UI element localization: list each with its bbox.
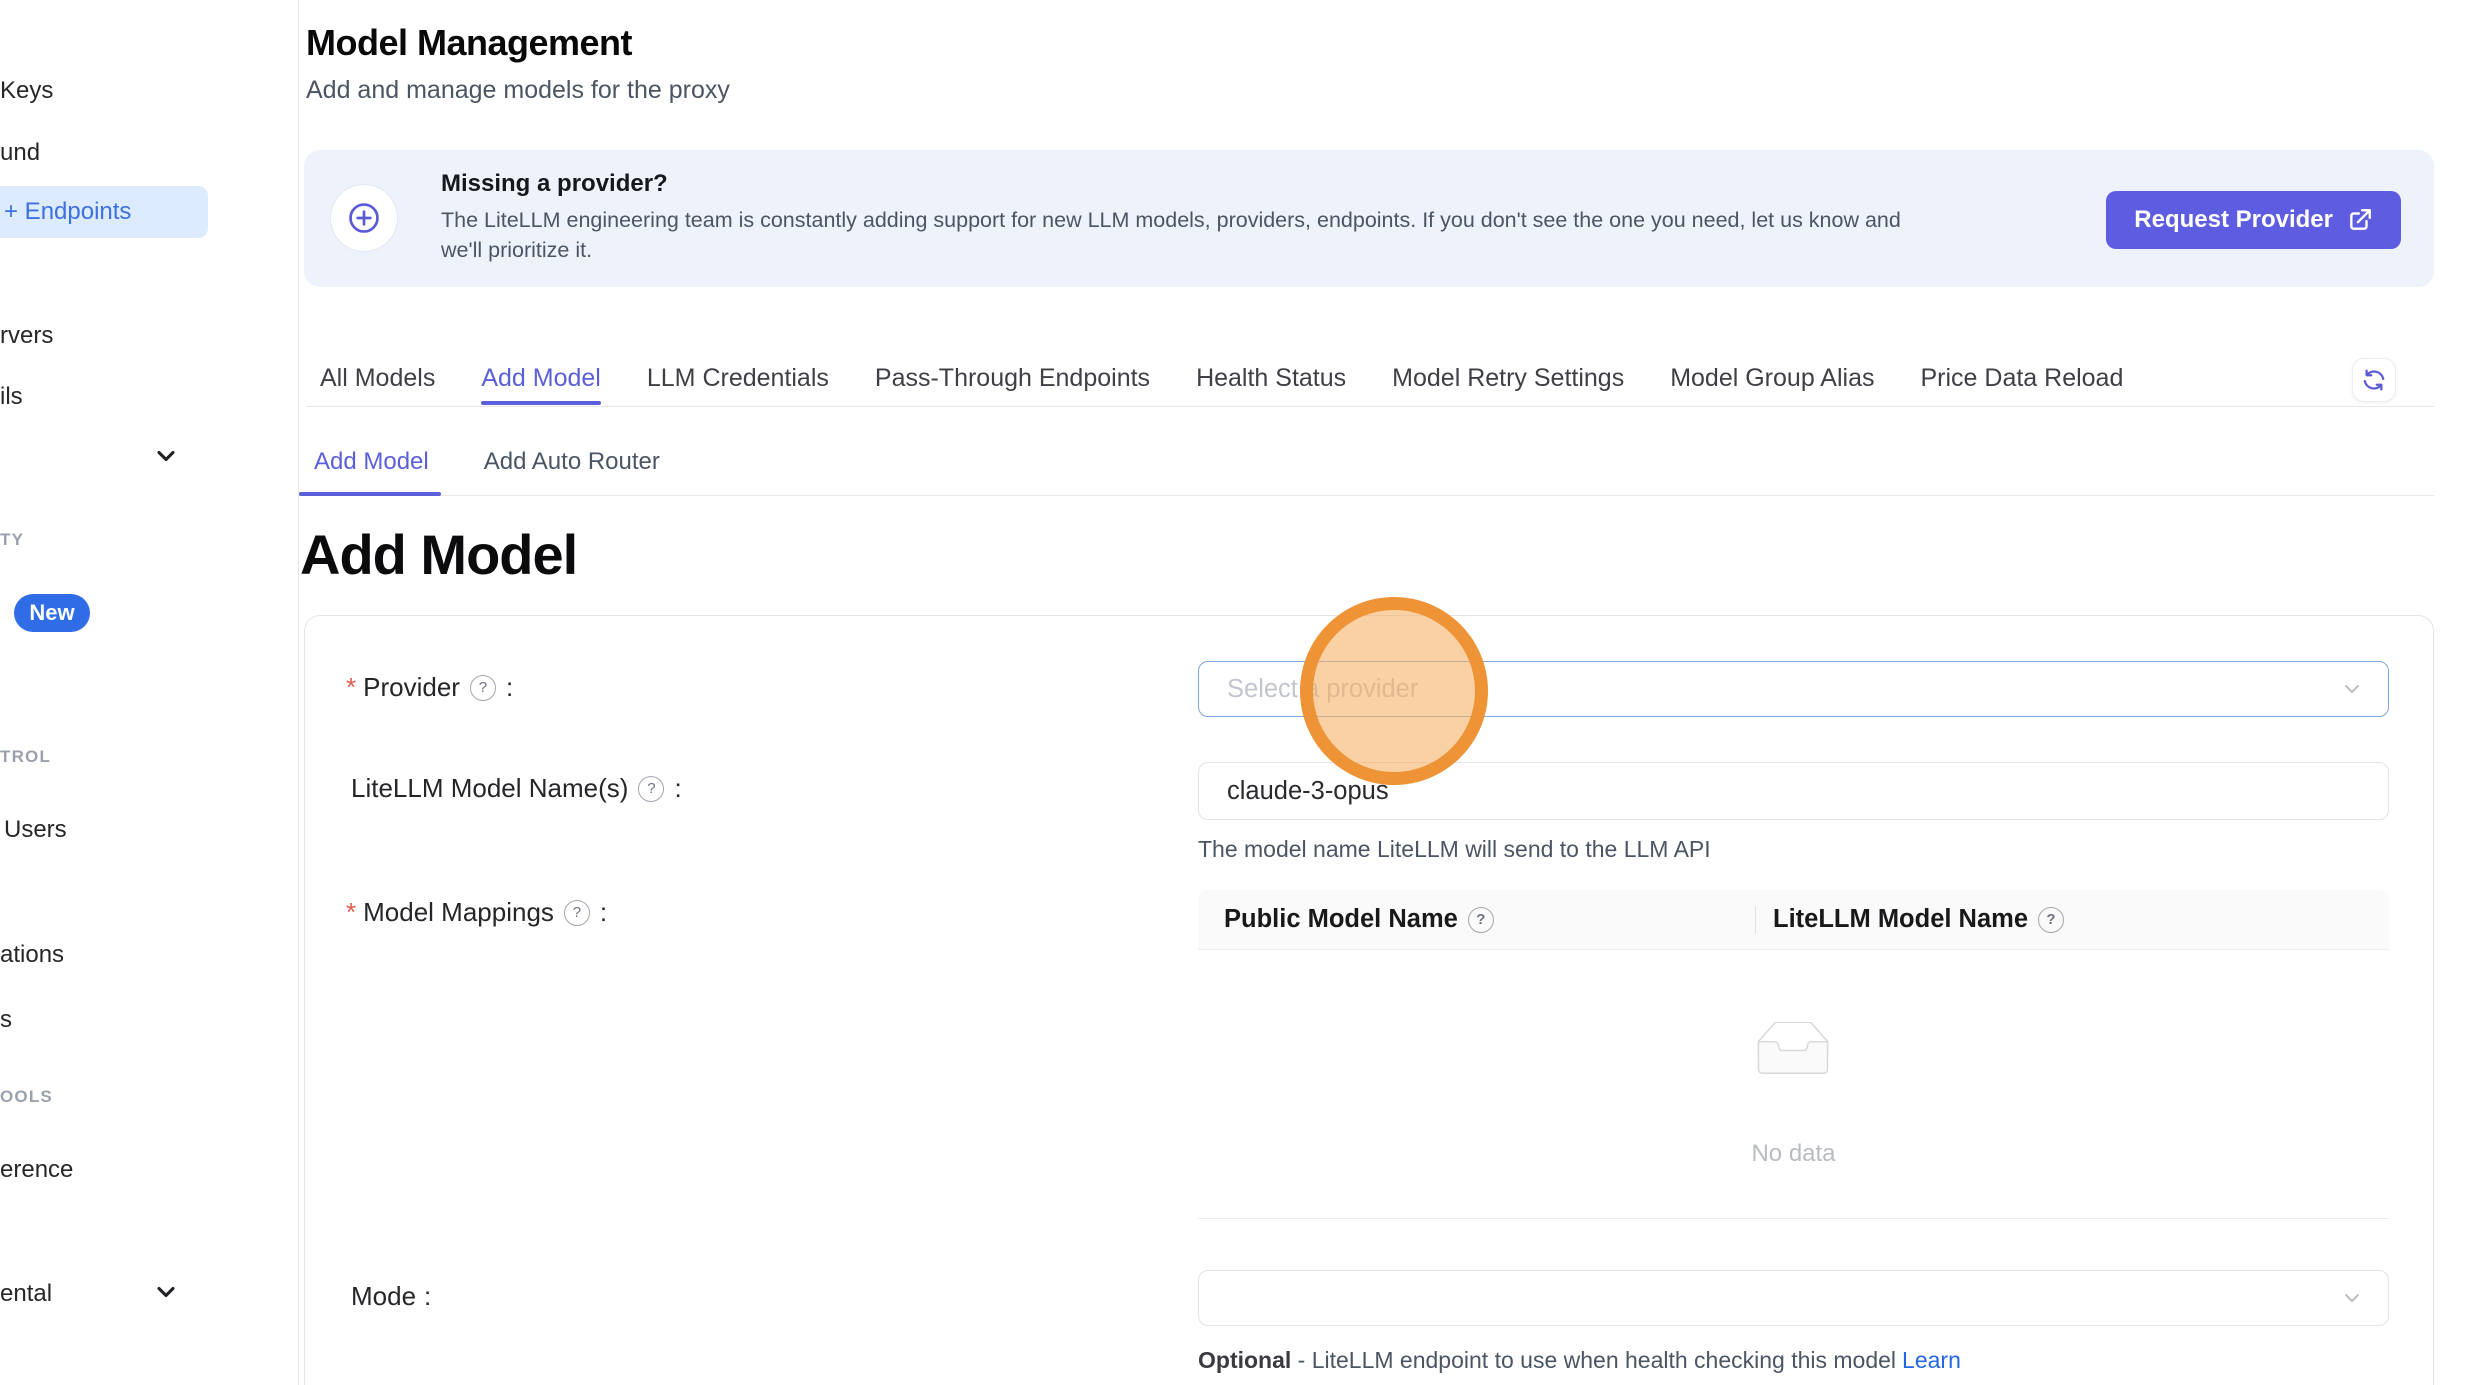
sidebar-item-label: + Endpoints [4, 198, 131, 226]
label-colon: : [424, 1281, 431, 1312]
mode-label-text: Mode [351, 1281, 416, 1312]
help-icon[interactable]: ? [1468, 907, 1494, 933]
model-name-helper: The model name LiteLLM will send to the … [1198, 836, 1711, 863]
sidebar-section-header: OOLS [0, 1087, 53, 1107]
mode-label: Mode : [351, 1281, 431, 1312]
tab-model-group-alias[interactable]: Model Group Alias [1670, 363, 1874, 405]
sidebar-item-playground[interactable]: und [0, 139, 40, 167]
add-model-subtabs: Add Model Add Auto Router [314, 448, 660, 476]
new-badge: New [14, 594, 90, 632]
column-label: LiteLLM Model Name [1773, 905, 2028, 934]
mode-helper-optional: Optional [1198, 1347, 1291, 1373]
model-name-value: claude-3-opus [1227, 777, 1389, 806]
learn-link[interactable]: Learn [1902, 1347, 1961, 1373]
mode-select[interactable] [1198, 1270, 2389, 1326]
external-link-icon [2347, 207, 2373, 233]
model-name-input[interactable]: claude-3-opus [1198, 762, 2389, 820]
tab-all-models[interactable]: All Models [320, 363, 435, 405]
column-litellm-model-name: LiteLLM Model Name ? [1755, 905, 2389, 934]
form-heading: Add Model [300, 522, 577, 587]
model-tabs: All Models Add Model LLM Credentials Pas… [320, 363, 2123, 405]
provider-select[interactable]: Select a provider [1198, 661, 2389, 717]
sidebar-section-header: TROL [0, 747, 51, 767]
chevron-down-icon[interactable] [152, 442, 180, 470]
empty-inbox-icon [1745, 1022, 1841, 1084]
chevron-down-icon [2340, 1286, 2364, 1310]
subtab-bar-divider [299, 495, 2434, 496]
provider-placeholder: Select a provider [1227, 675, 1418, 704]
subtab-add-model[interactable]: Add Model [314, 448, 429, 476]
mappings-table-bottom-border [1198, 1218, 2389, 1219]
page-subtitle: Add and manage models for the proxy [306, 76, 730, 105]
column-divider [1755, 906, 1756, 934]
tab-bar-divider [306, 406, 2434, 407]
tab-model-retry-settings[interactable]: Model Retry Settings [1392, 363, 1624, 405]
help-icon[interactable]: ? [2038, 907, 2064, 933]
sidebar-item-models-endpoints[interactable]: + Endpoints [0, 186, 208, 238]
litellm-admin-app: Keys und + Endpoints rvers ils TY New TR… [0, 0, 2477, 1385]
sidebar-item-organizations[interactable]: ations [0, 941, 64, 969]
banner-title: Missing a provider? [441, 170, 668, 198]
model-name-label: LiteLLM Model Name(s) ? : [351, 773, 682, 804]
provider-label: * Provider ? : [346, 672, 513, 703]
sidebar-item-teams[interactable]: s [0, 1006, 12, 1034]
chevron-down-icon [2340, 677, 2364, 701]
page-title: Model Management [306, 22, 632, 64]
sidebar-section-header: TY [0, 530, 24, 550]
tab-pass-through-endpoints[interactable]: Pass-Through Endpoints [875, 363, 1150, 405]
model-mappings-label: * Model Mappings ? : [346, 897, 607, 928]
request-provider-button[interactable]: Request Provider [2106, 191, 2401, 249]
tab-health-status[interactable]: Health Status [1196, 363, 1346, 405]
mappings-table-header: Public Model Name ? LiteLLM Model Name ? [1198, 890, 2389, 950]
plus-circle-icon [330, 184, 398, 252]
banner-body-line2: we'll prioritize it. [441, 238, 592, 263]
banner-body-line1: The LiteLLM engineering team is constant… [441, 208, 1901, 233]
mode-helper: Optional - LiteLLM endpoint to use when … [1198, 1347, 1961, 1374]
label-colon: : [600, 897, 607, 928]
column-public-model-name: Public Model Name ? [1198, 905, 1755, 934]
no-data-text: No data [1198, 1140, 2389, 1168]
request-provider-label: Request Provider [2134, 206, 2333, 234]
mode-helper-text: - LiteLLM endpoint to use when health ch… [1291, 1347, 1896, 1373]
label-colon: : [674, 773, 681, 804]
tab-llm-credentials[interactable]: LLM Credentials [647, 363, 829, 405]
column-label: Public Model Name [1224, 905, 1458, 934]
required-mark: * [346, 672, 356, 703]
model-mappings-label-text: Model Mappings [363, 897, 554, 928]
sidebar: Keys und + Endpoints rvers ils TY New TR… [0, 0, 299, 1385]
help-icon[interactable]: ? [470, 675, 496, 701]
refresh-icon [2361, 367, 2387, 393]
model-name-label-text: LiteLLM Model Name(s) [351, 773, 628, 804]
provider-label-text: Provider [363, 672, 460, 703]
sidebar-item-api-reference[interactable]: erence [0, 1156, 73, 1184]
help-icon[interactable]: ? [564, 900, 590, 926]
help-icon[interactable]: ? [638, 776, 664, 802]
subtab-add-auto-router[interactable]: Add Auto Router [484, 448, 660, 476]
sidebar-item-guardrails[interactable]: ils [0, 383, 23, 411]
chevron-down-icon[interactable] [152, 1278, 180, 1306]
sidebar-item-internal-users[interactable]: Users [4, 816, 67, 844]
tab-add-model[interactable]: Add Model [481, 363, 601, 405]
refresh-button[interactable] [2352, 358, 2396, 402]
missing-provider-banner: Missing a provider? The LiteLLM engineer… [304, 150, 2434, 287]
label-colon: : [506, 672, 513, 703]
subtab-active-underline [299, 492, 441, 496]
sidebar-item-keys[interactable]: Keys [0, 77, 53, 105]
required-mark: * [346, 897, 356, 928]
sidebar-item-experimental[interactable]: ental [0, 1280, 52, 1308]
tab-price-data-reload[interactable]: Price Data Reload [1920, 363, 2123, 405]
sidebar-item-mcp-servers[interactable]: rvers [0, 322, 53, 350]
